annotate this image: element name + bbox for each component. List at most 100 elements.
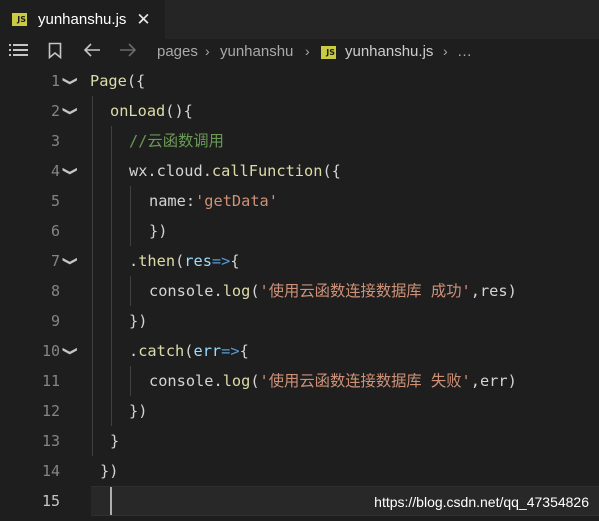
line-number: 9 xyxy=(50,312,60,330)
code-line: 14 }) xyxy=(0,456,599,486)
tab-label: yunhanshu.js xyxy=(38,11,127,28)
tab-yunhanshu-js[interactable]: JS yunhanshu.js ✕ xyxy=(0,0,165,39)
code-token: err xyxy=(479,372,508,390)
chevron-down-icon[interactable]: ❯ xyxy=(53,256,89,266)
line-number: 10 xyxy=(41,342,60,360)
line-number: 8 xyxy=(50,282,60,300)
code-token: catch xyxy=(138,342,185,360)
list-icon[interactable] xyxy=(9,42,28,63)
line-number: 2 xyxy=(50,102,60,120)
code-token: log xyxy=(222,282,251,300)
code-token: err xyxy=(193,342,222,360)
code-token: ({ xyxy=(126,72,146,90)
code-line: 10 ❯ .catch(err=>{ xyxy=(0,336,599,366)
code-token: console xyxy=(149,372,214,390)
code-token: }) xyxy=(100,462,119,480)
code-line: 6 }) xyxy=(0,216,599,246)
chevron-right-icon: › xyxy=(305,43,310,59)
code-token: . xyxy=(202,162,212,180)
code-string: '使用云函数连接数据库 失败' xyxy=(259,372,471,390)
chevron-down-icon[interactable]: ❯ xyxy=(53,106,89,116)
code-token: res xyxy=(479,282,508,300)
code-token: ) xyxy=(507,282,517,300)
close-icon[interactable]: ✕ xyxy=(136,10,150,30)
chevron-down-icon[interactable]: ❯ xyxy=(53,346,89,356)
line-number: 1 xyxy=(50,72,60,90)
line-number: 5 xyxy=(50,192,60,210)
line-number: 7 xyxy=(50,252,60,270)
back-arrow-icon[interactable] xyxy=(83,42,101,63)
code-line: 5 name:'getData' xyxy=(0,186,599,216)
code-token: . xyxy=(129,252,139,270)
code-token: => xyxy=(221,342,240,360)
breadcrumb-item-pages[interactable]: pages xyxy=(157,43,198,60)
line-number: 4 xyxy=(50,162,60,180)
js-file-icon: JS xyxy=(12,13,27,26)
code-token: callFunction xyxy=(211,162,323,180)
breadcrumb: pages › yunhanshu › JS yunhanshu.js › … xyxy=(0,39,599,66)
code-token: . xyxy=(213,282,223,300)
code-line: 7 ❯ .then(res=>{ xyxy=(0,246,599,276)
code-editor[interactable]: 1 ❯ Page({ 2 ❯ onLoad(){ 3 //云函数调用 4 ❯ w… xyxy=(0,66,599,521)
code-token: res xyxy=(184,252,212,270)
code-token: ( xyxy=(184,342,194,360)
line-number: 14 xyxy=(41,462,60,480)
line-number: 13 xyxy=(41,432,60,450)
code-token: , xyxy=(470,282,480,300)
code-token: ( xyxy=(250,372,260,390)
code-line: 12 }) xyxy=(0,396,599,426)
line-number: 6 xyxy=(50,222,60,240)
line-number: 3 xyxy=(50,132,60,150)
code-token: { xyxy=(230,252,240,270)
code-token: wx xyxy=(129,162,148,180)
code-token: ( xyxy=(175,252,185,270)
breadcrumb-item-yunhanshu[interactable]: yunhanshu xyxy=(220,43,293,60)
code-line: 1 ❯ Page({ xyxy=(0,66,599,96)
code-token: name xyxy=(149,192,186,210)
code-token: ( xyxy=(250,282,260,300)
chevron-right-icon: › xyxy=(443,43,448,59)
line-number: 11 xyxy=(41,372,60,390)
code-token: }) xyxy=(149,222,168,240)
code-token: log xyxy=(222,372,251,390)
code-token: (){ xyxy=(165,102,193,120)
code-token: ) xyxy=(507,372,517,390)
code-line: 2 ❯ onLoad(){ xyxy=(0,96,599,126)
code-token: onLoad xyxy=(110,102,166,120)
code-token: } xyxy=(110,432,120,450)
code-token: cloud xyxy=(156,162,203,180)
chevron-right-icon: › xyxy=(205,43,210,59)
code-token: : xyxy=(185,192,196,210)
code-string: 'getData' xyxy=(195,192,278,210)
code-comment: //云函数调用 xyxy=(129,132,224,150)
tab-bar: JS yunhanshu.js ✕ xyxy=(0,0,599,39)
code-token: Page xyxy=(90,72,127,90)
bookmark-icon[interactable] xyxy=(48,42,62,64)
forward-arrow-icon[interactable] xyxy=(119,42,137,63)
code-string: '使用云函数连接数据库 成功' xyxy=(259,282,471,300)
code-token: => xyxy=(211,252,231,270)
breadcrumb-item-file[interactable]: yunhanshu.js xyxy=(345,43,433,60)
breadcrumb-item-more[interactable]: … xyxy=(457,43,472,60)
code-line: 3 //云函数调用 xyxy=(0,126,599,156)
code-token: }) xyxy=(129,312,148,330)
code-token: { xyxy=(239,342,249,360)
code-token: . xyxy=(213,372,223,390)
code-line: 8 console.log('使用云函数连接数据库 成功',res) xyxy=(0,276,599,306)
code-line: 11 console.log('使用云函数连接数据库 失败',err) xyxy=(0,366,599,396)
code-line: 4 ❯ wx.cloud.callFunction({ xyxy=(0,156,599,186)
chevron-down-icon[interactable]: ❯ xyxy=(53,76,89,86)
code-token: console xyxy=(149,282,214,300)
line-number: 12 xyxy=(41,402,60,420)
code-line: 13 } xyxy=(0,426,599,456)
code-token: }) xyxy=(129,402,148,420)
code-token: , xyxy=(470,372,480,390)
code-token: ({ xyxy=(322,162,341,180)
watermark: https://blog.csdn.net/qq_47354826 xyxy=(374,494,589,510)
code-line: 9 }) xyxy=(0,306,599,336)
chevron-down-icon[interactable]: ❯ xyxy=(53,166,89,176)
line-number: 15 xyxy=(41,492,60,510)
code-token: . xyxy=(147,162,157,180)
code-token: . xyxy=(129,342,139,360)
code-token: then xyxy=(138,252,176,270)
